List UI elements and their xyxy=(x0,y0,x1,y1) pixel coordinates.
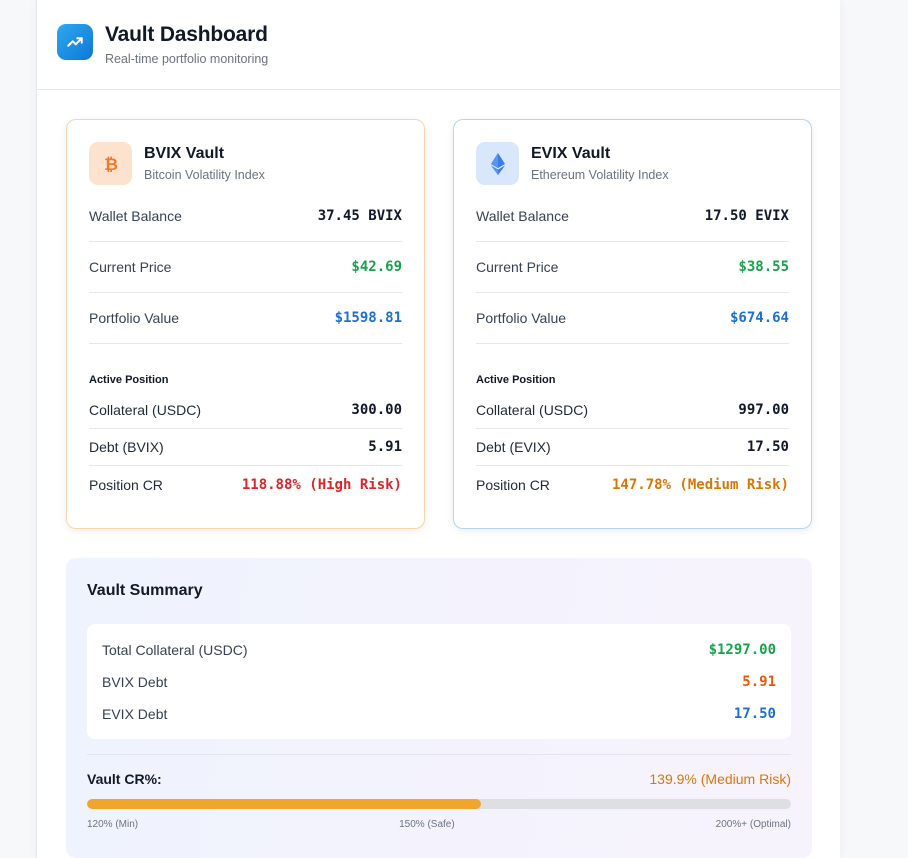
current-price-value: $42.69 xyxy=(351,259,402,275)
bvix-debt-label: BVIX Debt xyxy=(102,674,168,690)
dashboard-panel: Vault Dashboard Real-time portfolio moni… xyxy=(36,0,840,858)
evix-debt-row: EVIX Debt 17.50 xyxy=(102,698,776,730)
collateral-value: 300.00 xyxy=(351,402,402,418)
evix-vault-card: EVIX Vault Ethereum Volatility Index Wal… xyxy=(453,119,812,529)
collateral-value: 997.00 xyxy=(738,402,789,418)
wallet-balance-label: Wallet Balance xyxy=(89,208,182,224)
active-position-heading: Active Position xyxy=(89,374,169,386)
vault-cr-progress-bar xyxy=(87,799,791,809)
vault-summary-title: Vault Summary xyxy=(87,582,203,599)
position-cr-row: Position CR 147.78% (Medium Risk) xyxy=(476,466,789,503)
bvix-debt-row: BVIX Debt 5.91 xyxy=(102,666,776,698)
vault-summary-totals: Total Collateral (USDC) $1297.00 BVIX De… xyxy=(87,624,791,739)
debt-value: 5.91 xyxy=(368,439,402,455)
debt-value: 17.50 xyxy=(746,439,789,455)
collateral-row: Collateral (USDC) 300.00 xyxy=(89,392,402,429)
total-collateral-row: Total Collateral (USDC) $1297.00 xyxy=(102,634,776,666)
vault-description: Bitcoin Volatility Index xyxy=(144,168,265,182)
collateral-row: Collateral (USDC) 997.00 xyxy=(476,392,789,429)
vault-summary-panel: Vault Summary Total Collateral (USDC) $1… xyxy=(66,558,812,858)
bvix-vault-card: ₿ BVIX Vault Bitcoin Volatility Index Wa… xyxy=(66,119,425,529)
evix-debt-value: 17.50 xyxy=(733,706,776,722)
wallet-balance-label: Wallet Balance xyxy=(476,208,569,224)
vault-cr-progress-fill xyxy=(87,799,482,809)
wallet-balance-row: Wallet Balance 37.45 BVIX xyxy=(89,191,402,242)
collateral-label: Collateral (USDC) xyxy=(89,402,202,418)
ethereum-icon xyxy=(476,142,519,185)
summary-divider xyxy=(87,754,791,755)
current-price-value: $38.55 xyxy=(738,259,789,275)
vault-name: EVIX Vault xyxy=(531,145,611,162)
bvix-debt-value: 5.91 xyxy=(742,674,776,690)
current-price-label: Current Price xyxy=(476,259,559,275)
position-cr-row: Position CR 118.88% (High Risk) xyxy=(89,466,402,503)
portfolio-value-value: $1598.81 xyxy=(334,310,402,326)
vault-name: BVIX Vault xyxy=(144,145,225,162)
portfolio-value-label: Portfolio Value xyxy=(476,310,567,326)
page-subtitle: Real-time portfolio monitoring xyxy=(105,52,269,66)
position-cr-label: Position CR xyxy=(476,476,550,493)
portfolio-value-label: Portfolio Value xyxy=(89,310,180,326)
vault-cr-value: 139.9% (Medium Risk) xyxy=(649,771,791,787)
position-cr-value: 118.88% (High Risk) xyxy=(241,476,402,493)
debt-row: Debt (BVIX) 5.91 xyxy=(89,429,402,466)
debt-row: Debt (EVIX) 17.50 xyxy=(476,429,789,466)
total-collateral-value: $1297.00 xyxy=(708,642,776,658)
wallet-balance-row: Wallet Balance 17.50 EVIX xyxy=(476,191,789,242)
page-title: Vault Dashboard xyxy=(105,23,268,46)
bitcoin-icon: ₿ xyxy=(89,142,132,185)
portfolio-value-value: $674.64 xyxy=(729,310,789,326)
vault-description: Ethereum Volatility Index xyxy=(531,168,669,182)
debt-label: Debt (BVIX) xyxy=(89,439,164,455)
scale-max-label: 200%+ (Optimal) xyxy=(715,819,791,830)
position-cr-label: Position CR xyxy=(89,476,163,493)
vault-cr-label: Vault CR%: xyxy=(87,771,162,787)
current-price-label: Current Price xyxy=(89,259,172,275)
wallet-balance-value: 17.50 EVIX xyxy=(704,208,789,224)
wallet-balance-value: 37.45 BVIX xyxy=(317,208,402,224)
evix-debt-label: EVIX Debt xyxy=(102,706,168,722)
vault-cr-scale: 120% (Min) 150% (Safe) 200%+ (Optimal) xyxy=(87,819,791,830)
active-position-heading: Active Position xyxy=(476,374,556,386)
trending-up-icon xyxy=(57,23,93,60)
scale-mid-label: 150% (Safe) xyxy=(399,819,455,830)
current-price-row: Current Price $38.55 xyxy=(476,242,789,293)
collateral-label: Collateral (USDC) xyxy=(476,402,589,418)
scale-min-label: 120% (Min) xyxy=(87,819,139,830)
portfolio-value-row: Portfolio Value $674.64 xyxy=(476,293,789,344)
portfolio-value-row: Portfolio Value $1598.81 xyxy=(89,293,402,344)
debt-label: Debt (EVIX) xyxy=(476,439,551,455)
page-header: Vault Dashboard Real-time portfolio moni… xyxy=(37,0,840,90)
position-cr-value: 147.78% (Medium Risk) xyxy=(611,476,789,493)
total-collateral-label: Total Collateral (USDC) xyxy=(102,642,248,658)
vault-cr-row: Vault CR%: 139.9% (Medium Risk) xyxy=(87,771,791,787)
svg-text:₿: ₿ xyxy=(104,155,118,175)
current-price-row: Current Price $42.69 xyxy=(89,242,402,293)
